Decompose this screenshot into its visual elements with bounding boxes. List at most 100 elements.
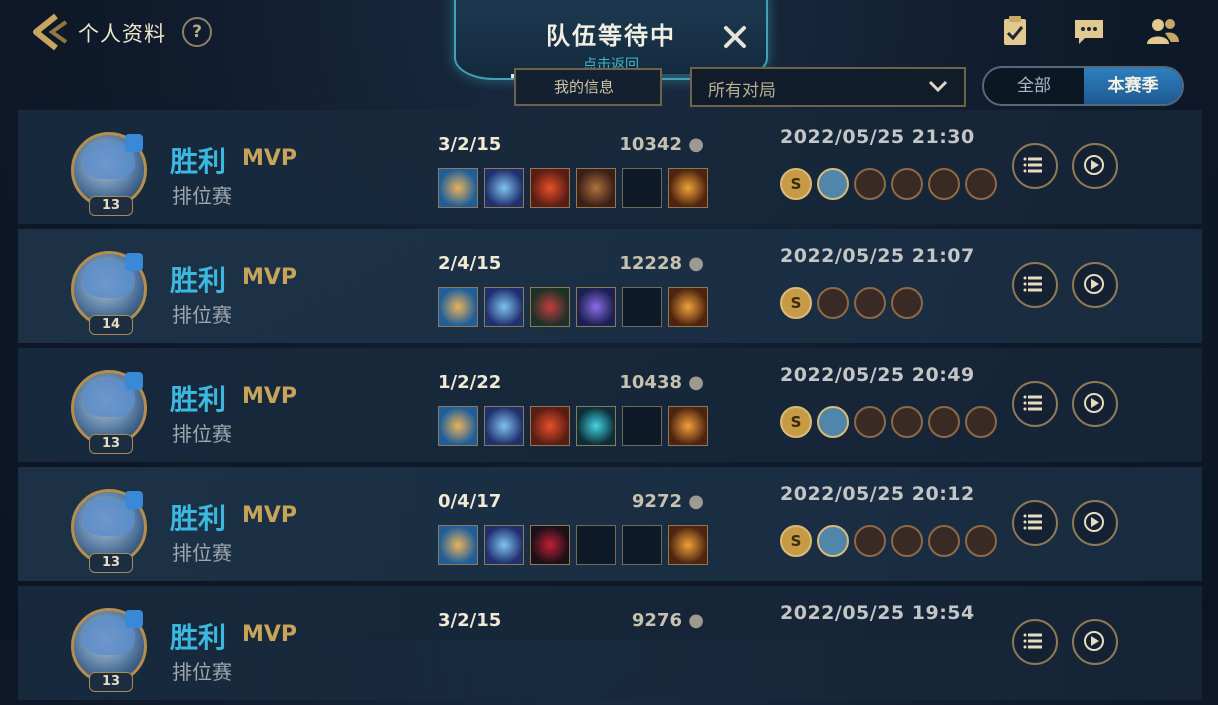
mvp-label: MVP	[242, 622, 298, 647]
dragon-item	[484, 287, 524, 327]
trident-item	[438, 525, 478, 565]
help-button[interactable]: ?	[182, 17, 212, 47]
list-icon	[1023, 276, 1042, 292]
tab-this-season[interactable]: 本赛季	[1084, 68, 1182, 104]
my-info-label: 我的信息	[554, 78, 615, 96]
fire-orb-item	[530, 406, 570, 446]
list-icon	[1023, 157, 1042, 173]
party-icon	[125, 372, 143, 390]
match-mode: 排位赛	[172, 541, 232, 565]
list-icon	[1023, 633, 1042, 649]
back-button[interactable]	[28, 12, 70, 52]
checklist-icon[interactable]	[998, 14, 1032, 48]
crystal-item	[576, 287, 616, 327]
spikes-item	[668, 168, 708, 208]
replay-button[interactable]	[1072, 500, 1118, 546]
level-badge: 13	[89, 553, 133, 573]
kda-stat: 1/2/22	[438, 372, 502, 393]
badge-s-icon: S	[780, 525, 812, 557]
fire-orb-item	[530, 168, 570, 208]
season-toggle[interactable]: 全部 本赛季	[982, 66, 1184, 106]
match-mode: 排位赛	[172, 303, 232, 327]
match-result: 胜利	[170, 145, 227, 178]
gold-stat: 12228 ●	[580, 253, 704, 274]
match-date: 2022/05/25 21:30	[780, 126, 975, 148]
match-date: 2022/05/25 21:07	[780, 245, 975, 267]
gold-stat: 10438 ●	[580, 372, 704, 393]
badge-flag-icon	[817, 525, 849, 557]
trident-item	[438, 406, 478, 446]
match-row[interactable]: 14 胜利 MVP 排位赛 2/4/15 12228 ● 2022/05/25 …	[18, 229, 1202, 343]
match-date: 2022/05/25 20:12	[780, 483, 975, 505]
match-row[interactable]: 13 胜利 MVP 排位赛 1/2/22 10438 ● 2022/05/25 …	[18, 348, 1202, 462]
match-details-button[interactable]	[1012, 143, 1058, 189]
empty-item-slot	[576, 525, 616, 565]
coin-icon: ●	[688, 253, 704, 274]
kda-stat: 3/2/15	[438, 610, 502, 631]
empty-item-slot	[622, 168, 662, 208]
play-replay-icon	[1084, 274, 1104, 294]
spikes-item	[668, 525, 708, 565]
page-title: 个人资料	[78, 22, 166, 46]
kda-stat: 0/4/17	[438, 491, 502, 512]
empty-item-slot	[622, 287, 662, 327]
avatar[interactable]: 13	[71, 489, 147, 573]
badge-wings-icon	[854, 406, 886, 438]
replay-button[interactable]	[1072, 143, 1118, 189]
mask-item	[530, 287, 570, 327]
badge-wings-icon	[854, 168, 886, 200]
level-badge: 14	[89, 315, 133, 335]
tab-all[interactable]: 全部	[984, 68, 1084, 104]
match-row[interactable]: 13 胜利 MVP 排位赛 3/2/15 9276 ● 2022/05/25 1…	[18, 586, 1202, 700]
match-result: 胜利	[170, 383, 227, 416]
match-result: 胜利	[170, 264, 227, 297]
match-details-button[interactable]	[1012, 381, 1058, 427]
level-badge: 13	[89, 196, 133, 216]
match-filter-dropdown[interactable]: 所有对局	[690, 67, 966, 107]
close-icon[interactable]	[718, 20, 752, 54]
tome-item	[576, 168, 616, 208]
avatar[interactable]: 13	[71, 608, 147, 692]
back-arrow-icon	[33, 13, 68, 51]
play-replay-icon	[1084, 512, 1104, 532]
trident-item	[438, 168, 478, 208]
gold-stat: 10342 ●	[580, 134, 704, 155]
replay-button[interactable]	[1072, 619, 1118, 665]
replay-button[interactable]	[1072, 381, 1118, 427]
match-row[interactable]: 13 胜利 MVP 排位赛 3/2/15 10342 ● 2022/05/25 …	[18, 110, 1202, 224]
avatar[interactable]: 13	[71, 370, 147, 454]
level-badge: 13	[89, 672, 133, 692]
gold-value: 10438	[619, 372, 682, 393]
friends-icon[interactable]	[1146, 14, 1180, 48]
gold-stat: 9272 ●	[580, 491, 704, 512]
dropdown-value: 所有对局	[708, 81, 776, 101]
badge-flag-icon	[817, 168, 849, 200]
party-icon	[125, 491, 143, 509]
list-icon	[1023, 395, 1042, 411]
match-row[interactable]: 13 胜利 MVP 排位赛 0/4/17 9272 ● 2022/05/25 2…	[18, 467, 1202, 581]
avatar[interactable]: 14	[71, 251, 147, 335]
coin-icon: ●	[688, 134, 704, 155]
chat-icon[interactable]	[1072, 14, 1106, 48]
spikes-item	[668, 406, 708, 446]
match-details-button[interactable]	[1012, 500, 1058, 546]
coin-icon: ●	[688, 491, 704, 512]
badge-wings-icon	[854, 525, 886, 557]
match-mode: 排位赛	[172, 422, 232, 446]
mvp-label: MVP	[242, 146, 298, 171]
badge-eye-icon	[928, 168, 960, 200]
list-icon	[1023, 514, 1042, 530]
match-details-button[interactable]	[1012, 262, 1058, 308]
match-details-button[interactable]	[1012, 619, 1058, 665]
match-list: 13 胜利 MVP 排位赛 3/2/15 10342 ● 2022/05/25 …	[18, 110, 1202, 705]
avatar[interactable]: 13	[71, 132, 147, 216]
my-info-button[interactable]: 我的信息	[514, 68, 662, 106]
ruby-item	[530, 525, 570, 565]
match-result: 胜利	[170, 502, 227, 535]
dragon-item	[484, 168, 524, 208]
badge-tower-icon	[965, 168, 997, 200]
badge-heart-icon	[891, 525, 923, 557]
badge-tower-icon	[965, 525, 997, 557]
gold-stat: 9276 ●	[580, 610, 704, 631]
replay-button[interactable]	[1072, 262, 1118, 308]
